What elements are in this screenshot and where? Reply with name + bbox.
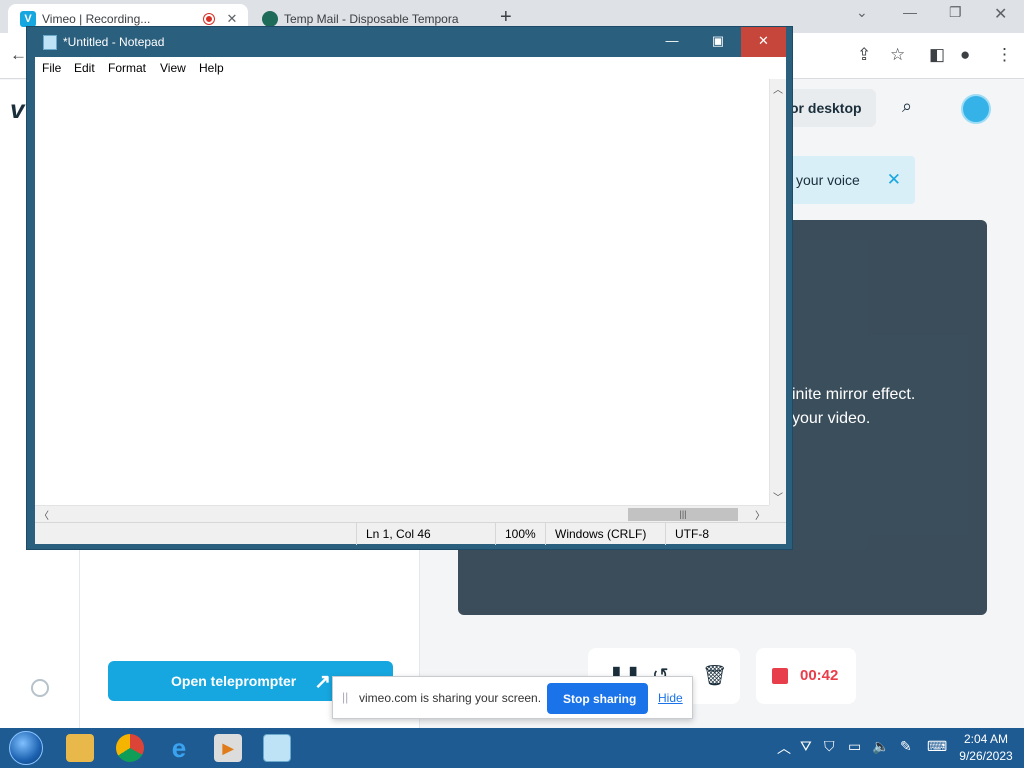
notepad-taskbar-icon[interactable]: [263, 734, 291, 762]
drag-grip-icon[interactable]: ||: [342, 690, 348, 704]
notepad-minimize-button[interactable]: —: [649, 27, 695, 57]
vimeo-favicon-icon: V: [20, 10, 36, 27]
volume-muted-icon[interactable]: 🔈: [872, 738, 889, 755]
scroll-up-arrow-icon[interactable]: ︿: [773, 81, 783, 96]
keyboard-icon[interactable]: ⌨: [927, 738, 947, 755]
menu-file[interactable]: File: [42, 61, 61, 75]
preview-ghost-panel: [868, 335, 968, 535]
side-panel-icon[interactable]: ◧: [929, 45, 945, 65]
minimize-window-icon[interactable]: —: [903, 4, 917, 20]
profile-icon[interactable]: ●: [960, 45, 970, 65]
vimeo-logo[interactable]: v: [10, 94, 24, 125]
recording-indicator-icon: [204, 13, 214, 24]
clock-time: 2:04 AM: [963, 732, 1009, 746]
notepad-close-button[interactable]: ✕: [741, 27, 786, 57]
close-window-icon[interactable]: ✕: [994, 4, 1007, 24]
notepad-app-icon: [43, 35, 57, 50]
scrollbar-corner: [769, 505, 786, 522]
banner-close-icon[interactable]: ✕: [887, 170, 901, 190]
status-position: Ln 1, Col 46: [356, 523, 431, 545]
menu-edit[interactable]: Edit: [74, 61, 95, 75]
notepad-statusbar: Ln 1, Col 46 100% Windows (CRLF) UTF-8: [35, 522, 786, 545]
menu-kebab-icon[interactable]: ⋮: [996, 45, 1013, 65]
pen-icon[interactable]: ✎: [900, 738, 912, 755]
horizontal-scrollbar[interactable]: 〈 ||| 〉: [35, 505, 769, 522]
teleprompter-label: Open teleprompter: [171, 673, 297, 689]
tab-title: Vimeo | Recording...: [42, 11, 151, 26]
status-line-ending: Windows (CRLF): [545, 523, 646, 545]
back-arrow-icon[interactable]: ←: [10, 45, 27, 65]
notepad-menubar: File Edit Format View Help: [35, 57, 786, 79]
temp-mail-favicon-icon: [262, 10, 278, 27]
external-link-icon: ↗: [314, 671, 331, 693]
menu-help[interactable]: Help: [199, 61, 224, 75]
system-clock[interactable]: 2:04 AM 9/26/2023: [955, 731, 1017, 765]
share-icon[interactable]: ⇪: [857, 45, 871, 65]
status-zoom: 100%: [495, 523, 536, 545]
notepad-text-area[interactable]: ︿ ﹀: [35, 79, 786, 505]
tab-search-chevron-icon[interactable]: ⌄: [856, 4, 868, 21]
share-message: vimeo.com is sharing your screen.: [359, 691, 542, 705]
bookmark-star-icon[interactable]: ☆: [890, 45, 905, 65]
menu-view[interactable]: View: [160, 61, 186, 75]
notepad-title: *Untitled - Notepad: [63, 35, 165, 49]
scroll-right-arrow-icon[interactable]: 〉: [755, 507, 765, 522]
avatar[interactable]: [961, 94, 991, 124]
chrome-icon[interactable]: [116, 734, 144, 762]
recording-timer[interactable]: 00:42: [756, 648, 856, 704]
windows-taskbar: e ▶ ︿ ⛛ ⛉ ▭ 🔈 ✎ ⌨ 2:04 AM 9/26/2023: [0, 728, 1024, 768]
timer-value: 00:42: [800, 667, 839, 684]
scroll-left-arrow-icon[interactable]: 〈: [39, 507, 49, 522]
network-icon[interactable]: ⛛: [800, 738, 812, 755]
menu-format[interactable]: Format: [108, 61, 146, 75]
stop-sharing-button[interactable]: Stop sharing: [547, 683, 648, 714]
preview-text-line-2: your video.: [792, 410, 871, 427]
stop-recording-icon[interactable]: [772, 668, 788, 684]
status-encoding: UTF-8: [665, 523, 709, 545]
show-hidden-icons-chevron-icon[interactable]: ︿: [777, 738, 791, 758]
internet-explorer-icon[interactable]: e: [165, 734, 193, 762]
display-icon[interactable]: ▭: [848, 738, 861, 755]
security-shield-icon[interactable]: ⛉: [824, 738, 835, 755]
trash-icon[interactable]: 🗑: [702, 663, 727, 688]
tab-close-icon[interactable]: ✕: [224, 11, 240, 27]
start-button[interactable]: [9, 731, 43, 765]
tab-title: Temp Mail - Disposable Tempora: [284, 11, 459, 26]
scroll-thumb[interactable]: |||: [628, 508, 738, 521]
clock-date: 9/26/2023: [959, 749, 1013, 763]
search-icon[interactable]: ⌕: [902, 96, 912, 117]
restore-window-icon[interactable]: ❐: [949, 4, 962, 21]
preview-text-line-1: inite mirror effect.: [792, 386, 916, 403]
vertical-scrollbar[interactable]: ︿ ﹀: [769, 79, 786, 505]
media-player-icon[interactable]: ▶: [214, 734, 242, 762]
file-explorer-icon[interactable]: [66, 734, 94, 762]
notepad-maximize-button[interactable]: ▣: [695, 27, 741, 57]
banner-text: your voice: [796, 172, 860, 188]
compass-icon[interactable]: [31, 679, 49, 697]
hide-link[interactable]: Hide: [658, 691, 683, 705]
screen-share-bar: || vimeo.com is sharing your screen. Sto…: [332, 676, 693, 719]
scroll-down-arrow-icon[interactable]: ﹀: [773, 489, 783, 504]
notepad-window: *Untitled - Notepad — ▣ ✕ File Edit Form…: [26, 26, 793, 550]
